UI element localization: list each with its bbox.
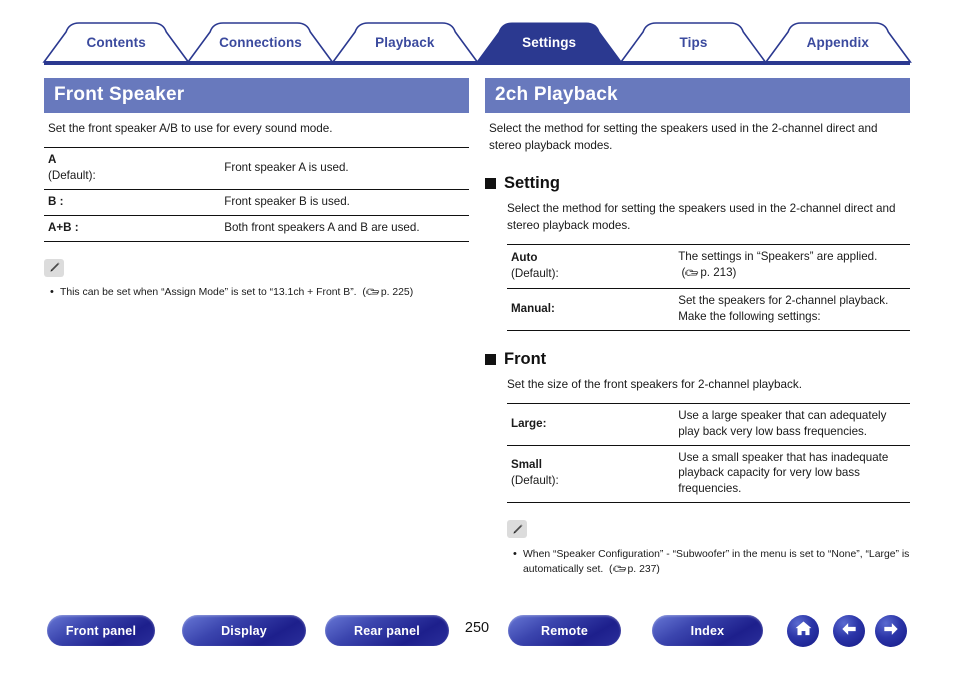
table-term: Large: xyxy=(511,416,547,430)
tab-appendix[interactable]: Appendix xyxy=(766,22,910,62)
table-row: Auto (Default): The settings in “Speakers”… xyxy=(507,244,910,288)
table-term: B : xyxy=(48,194,64,208)
home-icon xyxy=(794,619,813,643)
pencil-icon xyxy=(507,520,527,539)
tab-label: Settings xyxy=(522,34,577,50)
front-speaker-intro: Set the front speaker A/B to use for eve… xyxy=(48,121,333,135)
rear-panel-button[interactable]: Rear panel xyxy=(325,615,449,646)
table-row: Small (Default): Use a small speaker that … xyxy=(507,445,910,503)
square-bullet-icon xyxy=(485,177,496,189)
front-table: Large: Use a large speaker that can adequ… xyxy=(507,403,910,504)
subheading-label: Setting xyxy=(504,173,560,192)
table-term: A+B : xyxy=(48,220,79,234)
2ch-playback-intro: Select the method for setting the speake… xyxy=(489,121,878,152)
square-bullet-icon xyxy=(485,353,496,365)
previous-page-button[interactable] xyxy=(833,615,865,647)
right-column: 2ch Playback Select the method for setti… xyxy=(485,78,910,580)
front-speaker-table: A (Default): Front speaker A is used. B : Fr… xyxy=(44,147,469,242)
manual-page: Contents Connections Playback Settings Tips A… xyxy=(0,0,954,673)
tab-bar: Contents Connections Playback Settings Tips A… xyxy=(44,22,910,66)
table-description: Front speaker A is used. xyxy=(224,160,349,174)
page-ref-text: p. 213 xyxy=(700,265,733,279)
setting-body: Select the method for setting the speake… xyxy=(507,201,910,331)
page-number: 250 xyxy=(464,620,490,636)
setting-table: Auto (Default): The settings in “Speakers”… xyxy=(507,244,910,331)
index-button[interactable]: Index xyxy=(652,615,763,646)
setting-intro: Select the method for setting the speake… xyxy=(507,201,896,232)
tab-label: Tips xyxy=(679,34,708,50)
page-reference: (p. 213) xyxy=(678,265,908,283)
subheading-front: Front xyxy=(485,350,910,369)
tab-settings[interactable]: Settings xyxy=(477,22,621,62)
tab-tips[interactable]: Tips xyxy=(621,22,765,62)
table-description: The settings in “Speakers” are applied. … xyxy=(672,244,910,288)
table-row: Large: Use a large speaker that can adequ… xyxy=(507,403,910,445)
tab-baseline xyxy=(44,61,910,65)
subheading-label: Front xyxy=(504,349,547,368)
tab-contents[interactable]: Contents xyxy=(44,22,188,62)
tab-label: Connections xyxy=(219,34,302,50)
front-body: Set the size of the front speakers for 2… xyxy=(507,377,910,580)
remote-button[interactable]: Remote xyxy=(508,615,621,646)
front-intro: Set the size of the front speakers for 2… xyxy=(507,377,802,391)
table-description: Set the speakers for 2-channel playback.… xyxy=(678,293,889,323)
page-ref-text: p. 225 xyxy=(380,287,410,299)
table-term: Auto (Default): xyxy=(511,250,559,280)
tab-connections[interactable]: Connections xyxy=(188,22,332,62)
pointing-hand-icon xyxy=(612,564,627,579)
front-speaker-note: This can be set when “Assign Mode” is se… xyxy=(44,258,469,303)
table-row: Manual: Set the speakers for 2-channel pl… xyxy=(507,288,910,331)
arrow-right-icon xyxy=(881,619,901,644)
page-reference: ( p. 237) xyxy=(606,564,660,575)
section-header-front-speaker: Front Speaker xyxy=(44,78,469,113)
left-column: Front Speaker Set the front speaker A/B … xyxy=(44,78,469,303)
pointing-hand-icon xyxy=(366,287,380,302)
note-text: This can be set when “Assign Mode” is se… xyxy=(60,287,357,299)
pointing-hand-icon xyxy=(685,267,699,283)
table-term: A (Default): xyxy=(48,152,96,182)
page-ref-text: p. 237 xyxy=(627,564,657,576)
table-description: Use a small speaker that has inadequate … xyxy=(678,450,889,496)
tab-playback[interactable]: Playback xyxy=(333,22,477,62)
pencil-icon xyxy=(44,258,64,277)
tab-list: Contents Connections Playback Settings Tips A… xyxy=(44,22,910,62)
tab-label: Contents xyxy=(86,34,146,50)
arrow-left-icon xyxy=(839,619,859,644)
tab-label: Playback xyxy=(375,34,435,50)
next-page-button[interactable] xyxy=(875,615,907,647)
tab-label: Appendix xyxy=(806,34,869,50)
note-text: When “Speaker Configuration” - “Subwoofe… xyxy=(523,548,910,576)
section-header-2ch-playback: 2ch Playback xyxy=(485,78,910,113)
table-description: Front speaker B is used. xyxy=(224,194,350,208)
table-term: Manual: xyxy=(511,301,555,315)
note-item: When “Speaker Configuration” - “Subwoofe… xyxy=(513,546,910,580)
front-note: When “Speaker Configuration” - “Subwoofe… xyxy=(507,520,910,579)
table-row: A+B : Both front speakers A and B are use… xyxy=(44,215,469,242)
table-term: Small (Default): xyxy=(511,458,559,488)
note-item: This can be set when “Assign Mode” is se… xyxy=(50,284,469,302)
front-panel-button[interactable]: Front panel xyxy=(47,615,155,646)
table-row: A (Default): Front speaker A is used. xyxy=(44,147,469,189)
bottom-navigation: Front panel Display Rear panel 250 Remot… xyxy=(0,615,954,660)
home-button[interactable] xyxy=(787,615,819,647)
table-description: Both front speakers A and B are used. xyxy=(224,220,420,234)
subheading-setting: Setting xyxy=(485,174,910,193)
table-description: Use a large speaker that can adequately … xyxy=(678,408,887,438)
table-row: B : Front speaker B is used. xyxy=(44,189,469,215)
page-reference: ( p. 225) xyxy=(359,287,413,298)
display-button[interactable]: Display xyxy=(182,615,306,646)
